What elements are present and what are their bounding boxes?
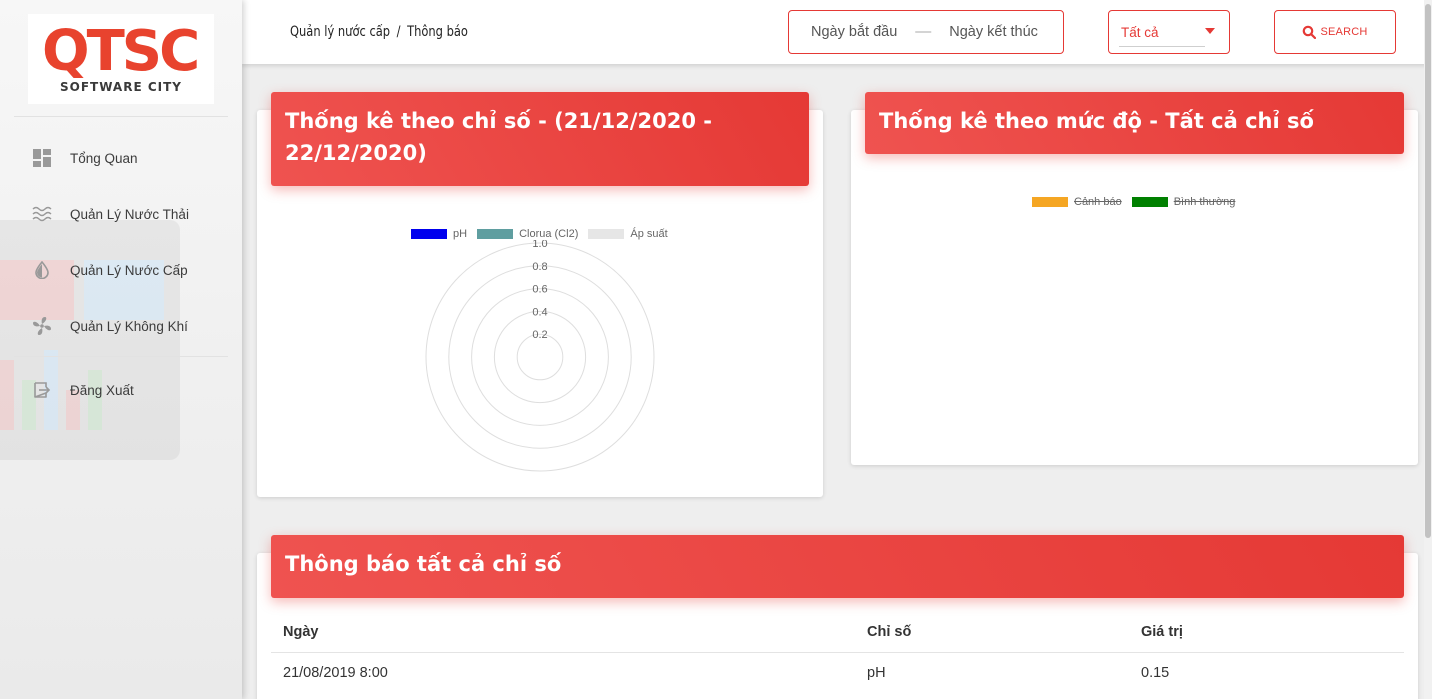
legend-item-binh-thuong[interactable]: Bình thường xyxy=(1131,196,1236,208)
legend-label: Clorua (Cl2) xyxy=(519,228,579,240)
date-start-input[interactable]: Ngày bắt đầu xyxy=(811,24,897,40)
radar-chart: 1.0 0.8 0.6 0.4 0.2 xyxy=(425,240,655,472)
legend-item-canh-bao[interactable]: Cảnh báo xyxy=(1032,196,1122,208)
legend-item-ap-suat[interactable]: Áp suất xyxy=(588,228,668,240)
breadcrumb-separator: / xyxy=(396,24,401,40)
logo-mark: QTSC xyxy=(42,19,200,84)
waves-icon xyxy=(32,204,52,224)
search-icon xyxy=(1303,25,1317,39)
sidebar-item-quan-ly-khong-khi[interactable]: Quản Lý Không Khí xyxy=(14,308,228,344)
caret-down-icon xyxy=(1205,28,1215,34)
radar-tick-label: 0.2 xyxy=(532,329,547,341)
top-header: Quản lý nước cấp / Thông báo Ngày bắt đầu … xyxy=(242,0,1432,64)
fan-icon xyxy=(32,316,52,336)
cell-ngay: 21/08/2019 8:00 xyxy=(283,665,388,681)
level-chart-card: Thống kê theo mức độ - Tất cả chỉ số Cản… xyxy=(851,92,1418,465)
legend-swatch xyxy=(1032,197,1068,207)
cell-chi-so: pH xyxy=(867,665,886,681)
sidebar: QTSC SOFTWARE CITY Tổng Quan Quản Lý Nướ… xyxy=(0,0,242,699)
legend-item-clorua[interactable]: Clorua (Cl2) xyxy=(477,228,578,240)
legend-label: Áp suất xyxy=(630,228,668,240)
water-drop-icon xyxy=(32,260,52,280)
notice-card-title: Thông báo tất cả chỉ số xyxy=(271,535,1404,598)
legend-label: pH xyxy=(453,228,468,240)
logo-subtitle: SOFTWARE CITY xyxy=(60,80,182,94)
sidebar-item-label: Tổng Quan xyxy=(70,150,138,166)
level-card-title: Thống kê theo mức độ - Tất cả chỉ số xyxy=(865,92,1404,154)
sidebar-item-dang-xuat[interactable]: Đăng Xuất xyxy=(14,372,228,408)
sidebar-item-label: Quản Lý Nước Thải xyxy=(70,206,189,222)
legend-swatch xyxy=(411,229,447,239)
column-header-ngay[interactable]: Ngày xyxy=(283,624,318,640)
date-range-picker[interactable]: Ngày bắt đầu — Ngày kết thúc xyxy=(788,10,1064,54)
legend-swatch xyxy=(1131,197,1168,207)
filter-select[interactable]: Tất cả xyxy=(1108,10,1230,54)
breadcrumb-item-current: Thông báo xyxy=(407,24,468,40)
table-header-row: Ngày Chỉ số Giá trị xyxy=(257,612,1418,652)
radar-tick-label: 0.6 xyxy=(532,284,547,296)
sidebar-item-label: Quản Lý Nước Cấp xyxy=(70,262,188,278)
radar-chart-card: Thống kê theo chỉ số - (21/12/2020 - 22/… xyxy=(257,92,823,497)
legend-item-ph[interactable]: pH xyxy=(411,228,467,240)
sidebar-item-quan-ly-nuoc-thai[interactable]: Quản Lý Nước Thải xyxy=(14,196,228,232)
table-row[interactable]: 21/08/2019 8:00 pH 0.15 xyxy=(257,653,1418,693)
search-button[interactable]: SEARCH xyxy=(1274,10,1396,54)
radar-card-title: Thống kê theo chỉ số - (21/12/2020 - 22/… xyxy=(271,92,809,186)
breadcrumb-item-parent[interactable]: Quản lý nước cấp xyxy=(290,24,390,40)
notice-table-card: Thông báo tất cả chỉ số Ngày Chỉ số Giá … xyxy=(257,535,1418,699)
radar-tick-label: 0.8 xyxy=(532,261,547,273)
date-end-input[interactable]: Ngày kết thúc xyxy=(949,24,1038,40)
level-legend: Cảnh báo Bình thường xyxy=(1032,196,1245,208)
qtsc-logo[interactable]: QTSC SOFTWARE CITY xyxy=(28,14,214,104)
column-header-gia-tri[interactable]: Giá trị xyxy=(1141,624,1183,640)
filter-select-value: Tất cả xyxy=(1121,25,1159,40)
column-header-chi-so[interactable]: Chỉ số xyxy=(867,624,911,640)
date-range-separator: — xyxy=(915,23,932,40)
search-button-label: SEARCH xyxy=(1320,26,1368,38)
legend-swatch xyxy=(477,229,514,239)
sidebar-item-label: Đăng Xuất xyxy=(70,382,134,398)
radar-tick-label: 1.0 xyxy=(532,240,547,250)
legend-label: Cảnh báo xyxy=(1074,196,1122,208)
radar-legend: pH Clorua (Cl2) Áp suất xyxy=(411,228,678,240)
radar-tick-label: 0.4 xyxy=(532,306,547,318)
dashboard-icon xyxy=(32,148,52,168)
cell-gia-tri: 0.15 xyxy=(1141,665,1170,681)
logout-icon xyxy=(32,380,52,400)
sidebar-divider xyxy=(14,356,228,357)
radar-grid-ring xyxy=(493,310,587,404)
breadcrumb: Quản lý nước cấp / Thông báo xyxy=(290,24,468,40)
sidebar-item-quan-ly-nuoc-cap[interactable]: Quản Lý Nước Cấp xyxy=(14,252,228,288)
legend-swatch xyxy=(588,229,625,239)
radar-grid-ring xyxy=(425,242,655,472)
legend-label: Bình thường xyxy=(1173,196,1236,208)
page-scrollbar-thumb[interactable] xyxy=(1425,4,1431,538)
sidebar-divider xyxy=(14,116,228,117)
sidebar-item-label: Quản Lý Không Khí xyxy=(70,318,188,334)
sidebar-item-tong-quan[interactable]: Tổng Quan xyxy=(14,140,228,176)
select-underline xyxy=(1119,46,1205,47)
